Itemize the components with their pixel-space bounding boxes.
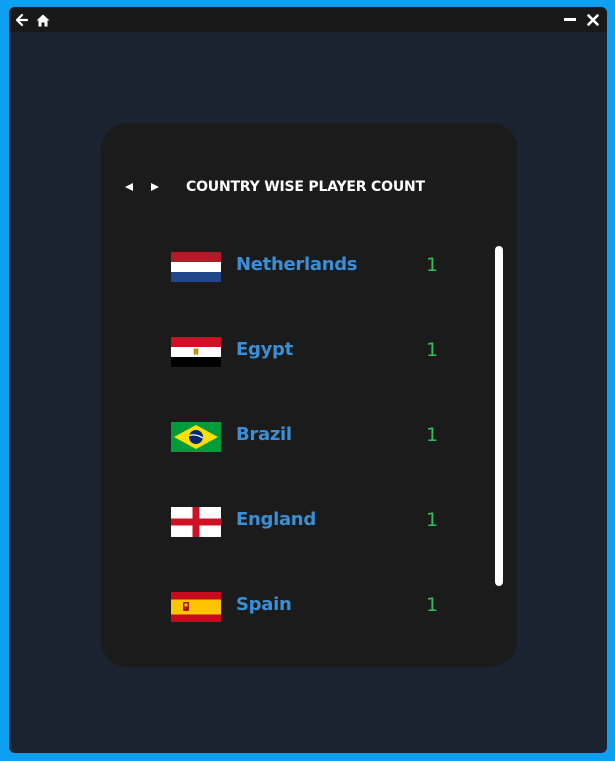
netherlands-flag [171,252,221,282]
minimize-icon [564,14,576,26]
country-row-spain[interactable]: Spain 1 [171,589,451,625]
brazil-flag [171,422,221,452]
home-icon [36,14,50,27]
country-row-egypt[interactable]: Egypt 1 [171,334,451,370]
country-name: Brazil [236,424,292,445]
egypt-flag [171,337,221,367]
card-title: COUNTRY WISE PLAYER COUNT [186,179,425,195]
prev-arrow-icon [124,177,134,196]
minimize-button[interactable] [560,10,580,30]
country-name: Egypt [236,339,293,360]
spain-flag [171,592,221,622]
player-count-card: COUNTRY WISE PLAYER COUNT Netherlands 1 [101,123,517,667]
close-icon [587,14,599,26]
player-count: 1 [426,594,439,616]
player-count: 1 [426,339,439,361]
country-name: Netherlands [236,254,358,275]
home-button[interactable] [33,10,53,30]
country-row-netherlands[interactable]: Netherlands 1 [171,249,451,285]
country-name: England [236,509,316,530]
next-arrow-icon [150,177,160,196]
prev-button[interactable] [121,178,137,194]
next-button[interactable] [147,178,163,194]
close-button[interactable] [583,10,603,30]
title-bar [9,7,607,32]
back-button[interactable] [12,10,32,30]
country-name: Spain [236,594,292,615]
country-row-brazil[interactable]: Brazil 1 [171,419,451,455]
player-count: 1 [426,424,439,446]
scrollbar[interactable] [495,246,503,586]
england-flag [171,507,221,537]
player-count: 1 [426,254,439,276]
app-window: COUNTRY WISE PLAYER COUNT Netherlands 1 [9,7,607,753]
player-count: 1 [426,509,439,531]
country-row-england[interactable]: England 1 [171,504,451,540]
back-arrow-icon [15,13,29,27]
